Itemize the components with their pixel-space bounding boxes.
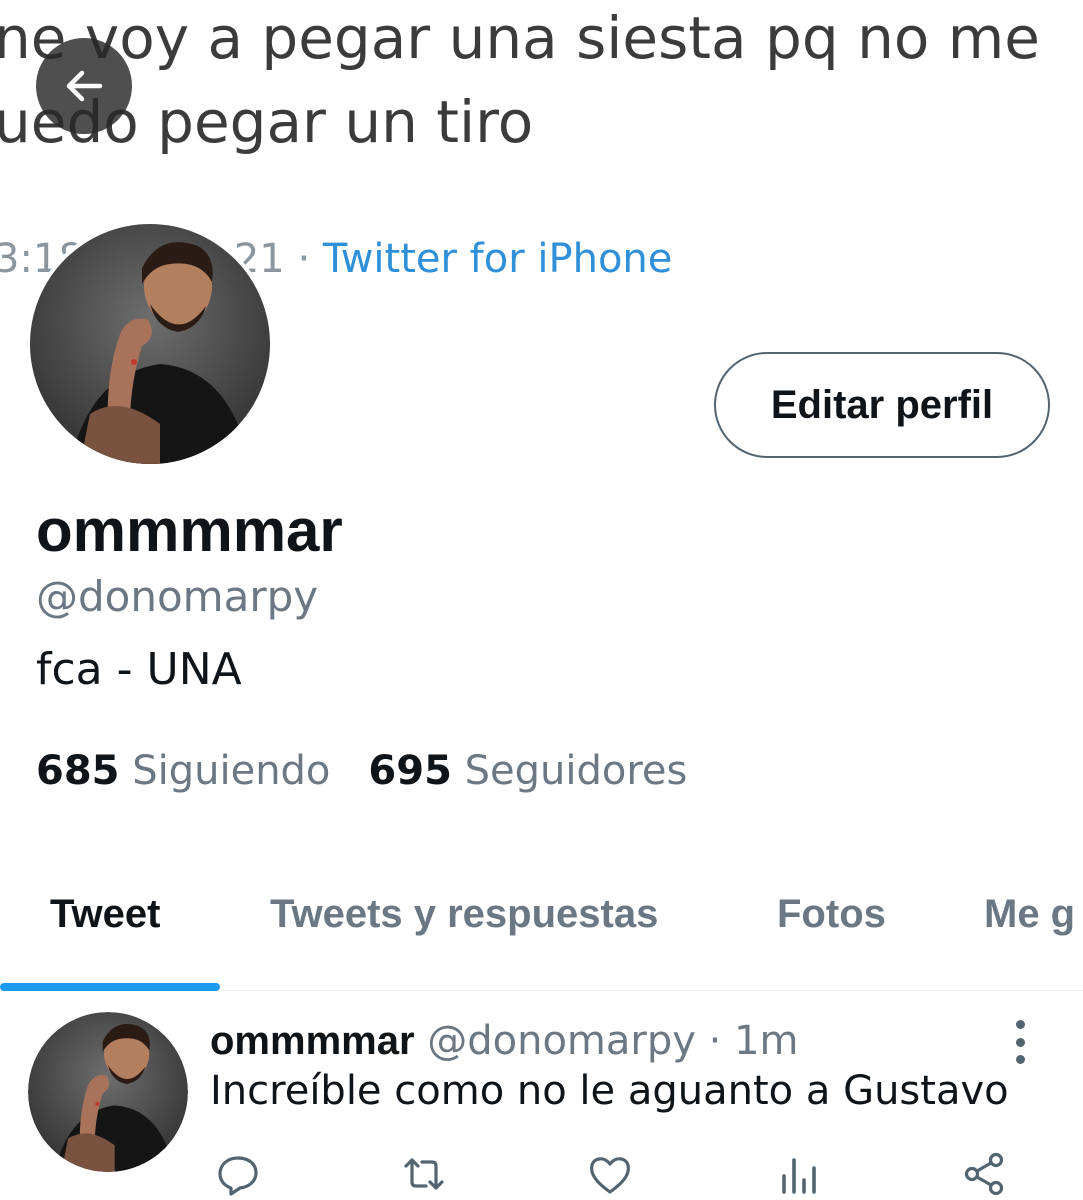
active-tab-indicator	[0, 983, 220, 991]
tweet-text: Increíble como no le aguanto a Gustavo	[210, 1068, 1009, 1114]
share-icon[interactable]	[960, 1150, 1008, 1198]
profile-avatar[interactable]	[26, 220, 274, 468]
following-label: Siguiendo	[132, 748, 331, 794]
header-tweet-text: ne voy a pegar una siesta pq no me uedo …	[0, 0, 1040, 164]
tab-tweets-and-replies[interactable]: Tweets y respuestas	[270, 892, 658, 937]
reply-icon[interactable]	[214, 1150, 262, 1198]
more-vertical-icon[interactable]	[1000, 1020, 1040, 1064]
edit-profile-button[interactable]: Editar perfil	[714, 352, 1050, 458]
following-count: 685	[36, 748, 120, 794]
following-link[interactable]: 685 Siguiendo	[36, 748, 330, 794]
profile-tabs: Tweet Tweets y respuestas Fotos Me g	[0, 880, 1083, 991]
header-tweet-line-1: ne voy a pegar una siesta pq no me	[0, 4, 1040, 72]
analytics-icon[interactable]	[776, 1150, 824, 1198]
retweet-icon[interactable]	[400, 1150, 448, 1198]
tab-likes[interactable]: Me g	[984, 892, 1075, 937]
header-tweet-line-2: uedo pegar un tiro	[0, 88, 534, 156]
tweet-header: ommmmar @donomarpy · 1m	[210, 1018, 798, 1064]
tweet-author-name[interactable]: ommmmar	[210, 1019, 415, 1063]
heart-icon[interactable]	[586, 1150, 634, 1198]
tab-tweet[interactable]: Tweet	[50, 892, 160, 937]
followers-label: Seguidores	[464, 748, 688, 794]
profile-bio: fca - UNA	[36, 644, 242, 695]
tweet-separator: ·	[695, 1018, 735, 1064]
tweet-author-handle: @donomarpy	[427, 1018, 696, 1064]
tab-photos[interactable]: Fotos	[777, 892, 886, 937]
profile-stats: 685 Siguiendo 695 Seguidores	[36, 748, 687, 794]
followers-count: 695	[368, 748, 452, 794]
followers-link[interactable]: 695 Seguidores	[368, 748, 687, 794]
tweet-avatar[interactable]	[28, 1012, 188, 1172]
back-button[interactable]	[36, 38, 132, 134]
profile-display-name: ommmmar	[36, 497, 343, 564]
profile-handle: @donomarpy	[36, 572, 319, 621]
header-tweet-source: Twitter for iPhone	[322, 236, 673, 282]
arrow-left-icon	[66, 70, 103, 102]
tweet-time[interactable]: 1m	[734, 1018, 798, 1064]
